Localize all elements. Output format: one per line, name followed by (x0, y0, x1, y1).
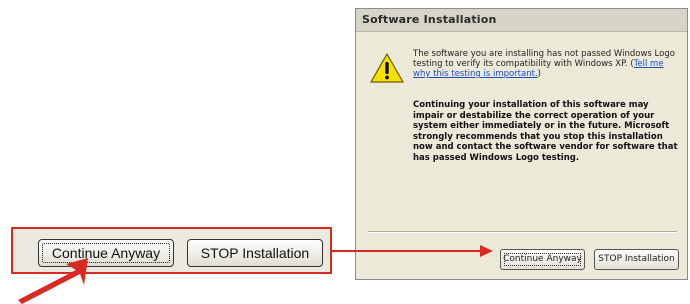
separator (368, 231, 677, 233)
continue-anyway-button-zoomed[interactable]: Continue Anyway (38, 239, 174, 267)
warning-message: Continuing your installation of this sof… (413, 100, 678, 163)
stop-installation-button[interactable]: STOP Installation (594, 249, 679, 270)
zoomed-buttons-callout: Continue Anyway STOP Installation (11, 227, 332, 274)
dialog-title: Software Installation (362, 13, 497, 26)
warning-icon (370, 53, 404, 83)
message-text-end: ) (537, 69, 541, 79)
continue-anyway-button[interactable]: Continue Anyway (500, 249, 585, 270)
stop-installation-button-zoomed[interactable]: STOP Installation (187, 239, 323, 267)
compatibility-message: The software you are installing has not … (413, 49, 678, 79)
title-bar: Software Installation (356, 9, 687, 32)
software-installation-dialog: Software Installation The software you a… (355, 8, 688, 280)
